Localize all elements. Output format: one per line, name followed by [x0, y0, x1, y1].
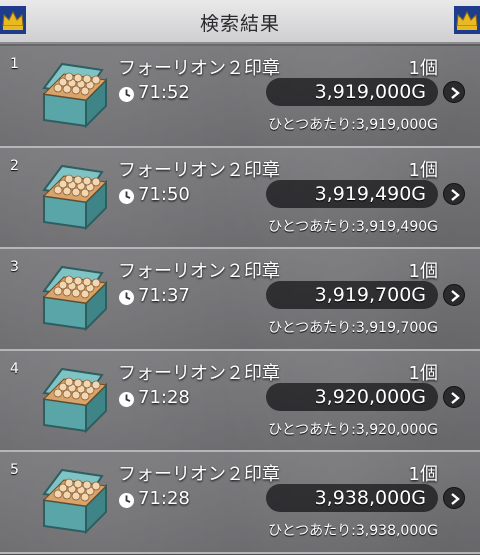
- item-name: フォーリオン２印章: [118, 362, 280, 384]
- item-quantity: 1個: [408, 58, 438, 79]
- item-name: フォーリオン２印章: [118, 159, 280, 181]
- detail-button[interactable]: [443, 182, 465, 205]
- chevron-right-icon: [451, 290, 460, 303]
- result-row[interactable]: 2 フォーリオン２印章 1個 71:50 3,919,490G ひとつあたり:3…: [0, 147, 480, 250]
- row-index: 5: [10, 462, 19, 479]
- unit-price: ひとつあたり:3,919,000G: [268, 117, 438, 133]
- results-list: 1 フォーリオン２印章 1個 71:52 3,919,000G ひとつあたり:3…: [0, 46, 480, 554]
- clock-icon: [119, 188, 134, 204]
- row-index: 2: [10, 157, 19, 174]
- chevron-right-icon: [451, 188, 460, 201]
- treasure-box-icon: [42, 164, 108, 231]
- unit-price: ひとつあたり:3,920,000G: [268, 421, 438, 438]
- treasure-box-icon: [42, 367, 108, 434]
- unit-price: ひとつあたり:3,938,000G: [268, 523, 438, 540]
- clock-icon: [119, 290, 134, 306]
- price-pill: 3,938,000G: [266, 484, 438, 513]
- item-name: フォーリオン２印章: [118, 261, 280, 283]
- item-quantity: 1個: [408, 362, 438, 384]
- header-bar: 検索結果: [0, 0, 480, 44]
- time-remaining: 71:52: [138, 82, 190, 103]
- price-pill: 3,919,490G: [266, 179, 438, 208]
- item-quantity: 1個: [408, 261, 438, 283]
- price-pill: 3,919,000G: [266, 78, 438, 106]
- price-pill: 3,920,000G: [266, 382, 438, 411]
- result-row[interactable]: 3 フォーリオン２印章 1個 71:37 3,919,700G ひとつあたり:3…: [0, 249, 480, 351]
- detail-button[interactable]: [443, 487, 465, 510]
- treasure-box-icon: [42, 266, 108, 332]
- time-remaining: 71:50: [138, 183, 190, 205]
- row-index: 3: [10, 259, 19, 276]
- result-row[interactable]: 1 フォーリオン２印章 1個 71:52 3,919,000G ひとつあたり:3…: [0, 46, 480, 148]
- page-title: 検索結果: [199, 13, 280, 35]
- clock-icon: [119, 391, 134, 407]
- total-price: 3,938,000G: [314, 487, 426, 510]
- unit-price: ひとつあたり:3,919,490G: [268, 218, 438, 235]
- total-price: 3,920,000G: [314, 385, 426, 408]
- time-remaining: 71:28: [138, 386, 190, 408]
- detail-button[interactable]: [443, 81, 465, 103]
- chevron-right-icon: [451, 87, 460, 99]
- results-screen: 検索結果 1 フォーリオン２印章 1個 71:52 3,919,000G ひとつ…: [0, 0, 480, 555]
- item-name: フォーリオン２印章: [118, 464, 280, 486]
- detail-button[interactable]: [443, 284, 465, 307]
- detail-button[interactable]: [443, 385, 465, 408]
- item-quantity: 1個: [408, 159, 438, 181]
- total-price: 3,919,490G: [314, 182, 426, 205]
- chevron-right-icon: [451, 391, 460, 404]
- item-name: フォーリオン２印章: [118, 58, 280, 79]
- row-index: 1: [10, 56, 19, 72]
- time-remaining: 71:28: [138, 488, 190, 510]
- treasure-box-icon: [42, 469, 108, 535]
- clock-icon: [119, 493, 134, 509]
- time-remaining: 71:37: [138, 285, 190, 307]
- result-row[interactable]: 4 フォーリオン２印章 1個 71:28 3,920,000G ひとつあたり:3…: [0, 350, 480, 453]
- total-price: 3,919,000G: [314, 81, 426, 103]
- unit-price: ひとつあたり:3,919,700G: [268, 320, 438, 337]
- price-pill: 3,919,700G: [266, 281, 438, 310]
- total-price: 3,919,700G: [314, 284, 426, 307]
- crown-icon: [454, 6, 480, 34]
- chevron-right-icon: [451, 493, 460, 506]
- result-row[interactable]: 5 フォーリオン２印章 1個 71:28 3,938,000G ひとつあたり:3…: [0, 452, 480, 554]
- item-quantity: 1個: [408, 464, 438, 486]
- row-index: 4: [10, 360, 19, 377]
- clock-icon: [119, 87, 134, 102]
- treasure-box-icon: [42, 62, 108, 129]
